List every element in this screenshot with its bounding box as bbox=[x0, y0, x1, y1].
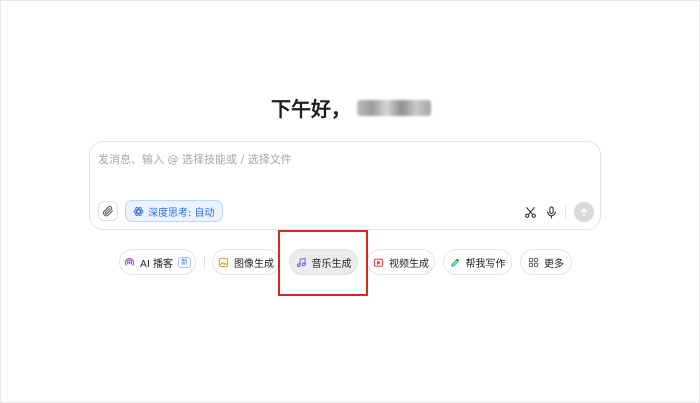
skill-image-generation[interactable]: 图像生成 bbox=[212, 249, 280, 275]
app-window: 下午好， 发消息、输入 @ 选择技能或 / 选择文件 深度思考: 自动 AI 播… bbox=[0, 0, 700, 403]
skill-label: AI 播客 bbox=[140, 258, 173, 270]
image-icon bbox=[218, 257, 229, 267]
paperclip-icon bbox=[103, 205, 113, 217]
arrow-up-icon bbox=[580, 208, 588, 216]
skill-label: 帮我写作 bbox=[465, 258, 506, 270]
blurred-username bbox=[357, 99, 431, 116]
skill-label: 视频生成 bbox=[389, 258, 429, 270]
skill-video-generation[interactable]: 视频生成 bbox=[367, 249, 435, 275]
skill-ai-podcast[interactable]: AI 播客 新 bbox=[119, 249, 196, 275]
skill-more[interactable]: 更多 bbox=[520, 249, 572, 275]
deep-think-label: 深度思考: 自动 bbox=[148, 207, 215, 219]
attach-button[interactable] bbox=[98, 201, 118, 221]
scissors-icon bbox=[524, 206, 536, 218]
skill-label: 更多 bbox=[544, 258, 564, 270]
grid-icon bbox=[528, 257, 539, 267]
composer-divider bbox=[565, 205, 566, 219]
skill-separator bbox=[204, 257, 205, 269]
atom-icon bbox=[133, 206, 144, 216]
greeting-text: 下午好， bbox=[271, 97, 351, 121]
deep-think-toggle[interactable]: 深度思考: 自动 bbox=[125, 200, 223, 222]
screenshot-button[interactable] bbox=[522, 204, 538, 220]
skill-help-me-write[interactable]: 帮我写作 bbox=[443, 249, 512, 275]
new-badge: 新 bbox=[177, 256, 191, 268]
pen-icon bbox=[450, 258, 459, 267]
skill-music-generation[interactable]: 音乐生成 bbox=[289, 249, 358, 275]
video-icon bbox=[373, 258, 384, 267]
send-button[interactable] bbox=[574, 202, 594, 222]
greeting-heading: 下午好， bbox=[1, 93, 700, 122]
music-icon bbox=[296, 257, 306, 267]
message-composer[interactable]: 发消息、输入 @ 选择技能或 / 选择文件 深度思考: 自动 bbox=[89, 141, 601, 230]
podcast-icon bbox=[124, 257, 135, 266]
skill-label: 图像生成 bbox=[234, 258, 274, 270]
voice-input-button[interactable] bbox=[543, 204, 559, 220]
composer-placeholder: 发消息、输入 @ 选择技能或 / 选择文件 bbox=[98, 153, 292, 166]
skill-label: 音乐生成 bbox=[311, 258, 352, 270]
microphone-icon bbox=[546, 206, 556, 218]
skill-bar: AI 播客 新 图像生成 音乐生成 视频生成 帮我写作 更多 bbox=[1, 249, 700, 277]
